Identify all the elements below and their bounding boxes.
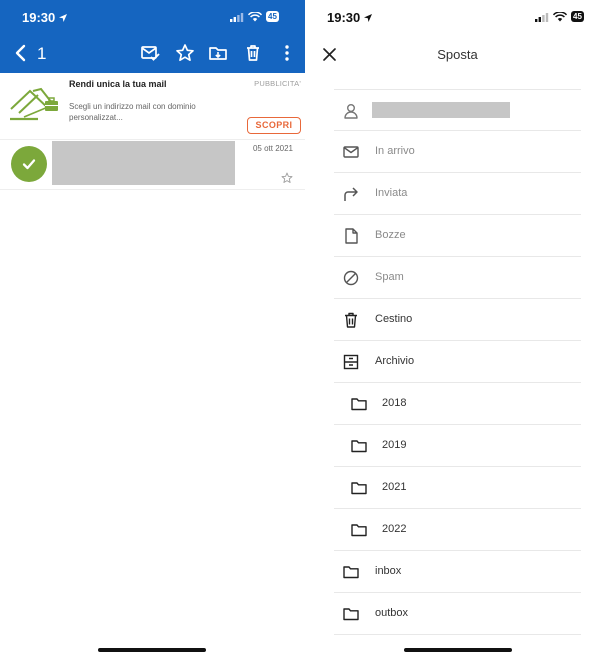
folder-row-inbox[interactable]: inbox <box>334 551 581 593</box>
wifi-icon <box>553 11 567 21</box>
mark-read-icon[interactable] <box>140 43 160 63</box>
home-indicator[interactable] <box>404 648 512 652</box>
folder-label: Archivio <box>375 355 415 367</box>
folder-row-bozze[interactable]: Bozze <box>334 215 581 257</box>
wifi-icon <box>248 11 262 21</box>
folder-row-cestino[interactable]: Cestino <box>334 299 581 341</box>
mail-date: 05 ott 2021 <box>252 144 293 153</box>
account-row <box>334 89 581 131</box>
folder-label: 2022 <box>382 523 407 535</box>
folder-row-2018[interactable]: 2018 <box>334 383 581 425</box>
spam-icon <box>343 270 359 286</box>
more-menu-icon[interactable] <box>277 43 297 63</box>
battery-icon: 45 <box>266 11 279 22</box>
folder-row-outbox[interactable]: outbox <box>334 593 581 635</box>
status-time-text: 19:30 <box>327 10 361 25</box>
selected-check-avatar[interactable] <box>11 146 47 182</box>
redacted-account-address <box>372 102 510 118</box>
trash-icon <box>345 312 357 328</box>
status-bar-indicators: 45 <box>230 11 279 22</box>
folder-label: Cestino <box>375 313 413 325</box>
folder-icon <box>351 398 367 411</box>
check-icon <box>22 159 36 170</box>
message-count: 1 <box>37 44 47 63</box>
folder-row-2019[interactable]: 2019 <box>334 425 581 467</box>
ad-description: Scegli un indirizzo mail con dominio per… <box>69 102 196 122</box>
location-arrow-icon <box>364 13 373 22</box>
folder-label: outbox <box>375 607 409 619</box>
move-to-screen: 19:30 45 Sposta In arrivo Inviata Bozze … <box>305 0 610 659</box>
mail-toolbar: 19:30 45 1 <box>0 0 305 73</box>
inbox-icon <box>343 146 359 158</box>
ad-label: PUBBLICITA' <box>254 79 301 88</box>
location-arrow-icon <box>59 13 68 22</box>
page-title: Sposta <box>437 47 478 62</box>
archive-icon <box>343 354 359 370</box>
folder-row-spam[interactable]: Spam <box>334 257 581 299</box>
selected-mail-row[interactable]: 05 ott 2021 <box>0 140 305 190</box>
move-to-folder-icon[interactable] <box>208 43 228 63</box>
home-indicator[interactable] <box>98 648 206 652</box>
status-time-text: 19:30 <box>22 10 56 25</box>
envelope-briefcase-icon <box>10 87 58 121</box>
folder-icon <box>343 566 359 579</box>
folder-icon <box>351 524 367 537</box>
folder-label: 2018 <box>382 397 407 409</box>
status-bar-indicators: 45 <box>535 11 584 22</box>
status-bar-time: 19:30 <box>22 10 68 25</box>
user-icon <box>344 104 358 119</box>
signal-icon <box>535 12 549 22</box>
folder-label: In arrivo <box>375 145 415 157</box>
sent-icon <box>344 187 358 201</box>
folder-label: 2021 <box>382 481 407 493</box>
folder-label: Bozze <box>375 229 406 241</box>
back-chevron-icon[interactable] <box>11 43 31 63</box>
folder-row-2021[interactable]: 2021 <box>334 467 581 509</box>
folder-icon <box>351 440 367 453</box>
ad-title: Rendi unica la tua mail <box>69 79 167 89</box>
redacted-mail-preview <box>52 141 235 185</box>
star-outline-icon[interactable] <box>281 172 293 184</box>
folder-icon <box>343 608 359 621</box>
status-bar-time: 19:30 <box>327 10 373 25</box>
folder-label: Inviata <box>375 187 408 199</box>
discover-button[interactable]: SCOPRI <box>247 117 301 134</box>
signal-icon <box>230 12 244 22</box>
folder-label: Spam <box>375 271 404 283</box>
folder-label: inbox <box>375 565 402 577</box>
star-icon[interactable] <box>175 43 195 63</box>
draft-icon <box>345 228 358 244</box>
folder-row-2022[interactable]: 2022 <box>334 509 581 551</box>
mail-detail-screen: 19:30 45 1 Rendi unica la tua mail PUBBL… <box>0 0 305 659</box>
folder-icon <box>351 482 367 495</box>
folder-row-in-arrivo[interactable]: In arrivo <box>334 131 581 173</box>
folder-row-inviata[interactable]: Inviata <box>334 173 581 215</box>
battery-icon: 45 <box>571 11 584 22</box>
trash-icon[interactable] <box>243 43 263 63</box>
folder-label: 2019 <box>382 439 407 451</box>
ad-banner[interactable]: Rendi unica la tua mail PUBBLICITA' Sceg… <box>0 73 305 140</box>
folder-row-archivio[interactable]: Archivio <box>334 341 581 383</box>
